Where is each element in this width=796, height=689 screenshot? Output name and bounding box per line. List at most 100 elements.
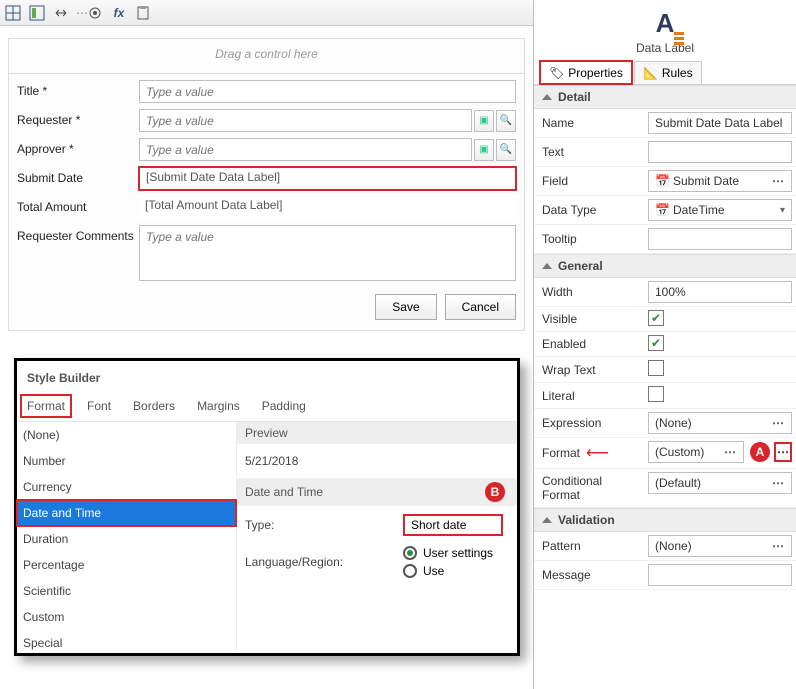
format-ellipsis-button[interactable]: ⋯ (774, 442, 792, 462)
ellipsis-icon[interactable]: ⋯ (772, 416, 785, 430)
format-datetime[interactable]: Date and Time (17, 500, 236, 526)
checkbox[interactable]: ✔ (648, 335, 664, 351)
requester-input[interactable] (139, 109, 472, 132)
prop-input[interactable]: (Custom)⋯ (648, 441, 744, 463)
format-currency[interactable]: Currency (17, 474, 236, 500)
prop-label-conditional-format: Conditional Format (534, 469, 644, 508)
arrows-icon[interactable] (52, 4, 70, 22)
section-general-title: General (558, 259, 603, 273)
format-duration[interactable]: Duration (17, 526, 236, 552)
prop-label-pattern: Pattern (534, 532, 644, 561)
prop-label-visible: Visible (534, 307, 644, 332)
approver-input[interactable] (139, 138, 472, 161)
prop-value-format: (Custom)⋯A⋯ (644, 438, 796, 469)
format-custom[interactable]: Custom (17, 604, 236, 630)
type-dropdown[interactable]: Short date (403, 514, 503, 536)
arrow-icon: ⟵ (586, 443, 609, 463)
requester-tree-icon[interactable]: ▣ (474, 110, 494, 132)
ellipsis-icon[interactable]: ⋯ (772, 174, 785, 188)
ellipsis-icon[interactable]: ⋯ (724, 445, 737, 459)
section-validation[interactable]: Validation (534, 508, 796, 532)
toolbar: ⋯ fx (0, 0, 533, 26)
prop-input[interactable] (648, 141, 792, 163)
preview-value: 5/21/2018 (237, 444, 517, 478)
prop-value-width (644, 278, 796, 307)
approver-tree-icon[interactable]: ▣ (474, 139, 494, 161)
chevron-down-icon[interactable]: ▾ (780, 205, 785, 216)
total-amount-label[interactable]: [Total Amount Data Label] (139, 196, 516, 219)
checkbox[interactable] (648, 360, 664, 376)
radio-dot-icon (403, 564, 417, 578)
language-label: Language/Region: (245, 555, 395, 569)
grid-icon[interactable] (4, 4, 22, 22)
prop-input[interactable]: (None)⋯ (648, 412, 792, 434)
ellipsis-icon[interactable]: ⋯ (772, 539, 785, 553)
prop-value-message (644, 561, 796, 590)
format-special[interactable]: Special (17, 630, 236, 656)
prop-label-expression: Expression (534, 409, 644, 438)
calendar-icon: 📅 (655, 174, 669, 188)
format-number[interactable]: Number (17, 448, 236, 474)
tab-font[interactable]: Font (81, 395, 117, 417)
tab-format[interactable]: Format (21, 395, 71, 417)
sep: ⋯ (76, 6, 80, 20)
prop-label-format: Format⟵ (534, 438, 644, 469)
prop-value-pattern: (None)⋯ (644, 532, 796, 561)
tab-rules[interactable]: 📐Rules (634, 61, 702, 84)
cancel-button[interactable]: Cancel (445, 294, 516, 320)
prop-input[interactable] (648, 228, 792, 250)
tab-properties[interactable]: 🏷Properties (540, 61, 632, 84)
layout-icon[interactable] (28, 4, 46, 22)
style-builder-tabs: Format Font Borders Margins Padding (17, 395, 517, 422)
prop-input[interactable] (648, 564, 792, 586)
approver-search-icon[interactable]: 🔍 (496, 139, 516, 161)
comments-textarea[interactable] (139, 225, 516, 281)
label-comments: Requester Comments (17, 225, 139, 243)
badge-b-icon: B (485, 482, 505, 502)
prop-value-enabled: ✔ (644, 332, 796, 357)
row-comments: Requester Comments (17, 225, 516, 284)
prop-value-expression: (None)⋯ (644, 409, 796, 438)
submit-date-label[interactable]: [Submit Date Data Label] (139, 167, 516, 190)
radio-use-label: Use (423, 564, 444, 578)
section-detail-title: Detail (558, 90, 591, 104)
prop-label-data-type: Data Type (534, 196, 644, 225)
requester-search-icon[interactable]: 🔍 (496, 110, 516, 132)
label-submit-date: Submit Date (17, 167, 139, 185)
prop-label-tooltip: Tooltip (534, 225, 644, 254)
format-percentage[interactable]: Percentage (17, 552, 236, 578)
format-scientific[interactable]: Scientific (17, 578, 236, 604)
format-none[interactable]: (None) (17, 422, 236, 448)
drag-hint: Drag a control here (8, 38, 525, 73)
prop-input[interactable]: 📅DateTime▾ (648, 199, 792, 221)
tab-rules-label: Rules (662, 66, 693, 80)
title-input[interactable] (139, 80, 516, 103)
type-label: Type: (245, 518, 395, 532)
tab-padding[interactable]: Padding (256, 395, 312, 417)
save-button[interactable]: Save (375, 294, 436, 320)
ellipsis-icon[interactable]: ⋯ (772, 476, 785, 490)
prop-input[interactable]: (None)⋯ (648, 535, 792, 557)
label-total-amount: Total Amount (17, 196, 139, 214)
clipboard-icon[interactable] (134, 4, 152, 22)
radio-use[interactable]: Use (403, 562, 493, 580)
section-detail[interactable]: Detail (534, 85, 796, 109)
prop-input[interactable]: (Default)⋯ (648, 472, 792, 494)
prop-input[interactable] (648, 112, 792, 134)
subhead-label: Date and Time (245, 485, 323, 499)
fx-icon[interactable]: fx (110, 4, 128, 22)
checkbox[interactable] (648, 386, 664, 402)
datetime-subhead: Date and Time B (237, 478, 517, 506)
section-general[interactable]: General (534, 254, 796, 278)
gear-icon[interactable] (86, 4, 104, 22)
checkbox[interactable]: ✔ (648, 310, 664, 326)
radio-user-settings[interactable]: User settings (403, 544, 493, 562)
prop-input[interactable] (648, 281, 792, 303)
prop-input[interactable]: 📅Submit Date⋯ (648, 170, 792, 192)
tab-borders[interactable]: Borders (127, 395, 181, 417)
tab-margins[interactable]: Margins (191, 395, 246, 417)
prop-value-visible: ✔ (644, 307, 796, 332)
style-builder-title: Style Builder (17, 361, 517, 395)
properties-icon: 🏷 (549, 66, 564, 80)
caret-icon (542, 263, 552, 269)
